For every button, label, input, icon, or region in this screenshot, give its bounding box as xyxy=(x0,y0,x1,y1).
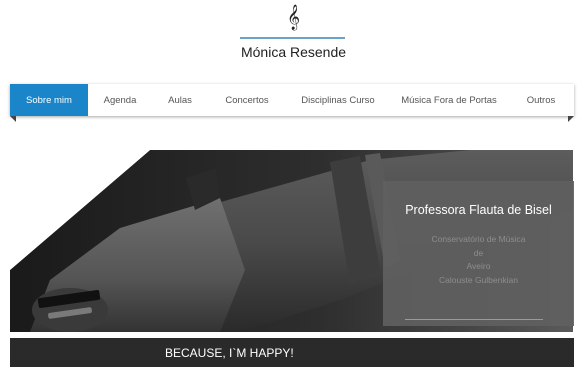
banner-text: BECAUSE, I`M HAPPY! xyxy=(165,346,294,360)
nav-item-musica-fora-de-portas[interactable]: Música Fora de Portas xyxy=(390,84,508,116)
nav-item-aulas[interactable]: Aulas xyxy=(152,84,208,116)
site-title[interactable]: Mónica Resende xyxy=(0,44,587,60)
info-line-gulbenkian: Calouste Gulbenkian xyxy=(439,274,518,285)
info-details: Conservatório de Música de Aveiro Calous… xyxy=(383,233,574,287)
info-line-conservatorio: Conservatório de Música xyxy=(431,234,526,244)
title-divider xyxy=(240,37,345,39)
info-line-aveiro: Aveiro xyxy=(466,261,491,271)
banner-bar: BECAUSE, I`M HAPPY! xyxy=(10,338,574,367)
nav-ribbon-fold-right xyxy=(568,116,574,122)
nav-item-agenda[interactable]: Agenda xyxy=(88,84,152,116)
info-title: Professora Flauta de Bisel xyxy=(405,203,552,217)
nav-item-disciplinas-curso[interactable]: Disciplinas Curso xyxy=(286,84,390,116)
nav-item-concertos[interactable]: Concertos xyxy=(208,84,286,116)
info-divider xyxy=(405,319,543,320)
nav-item-outros[interactable]: Outros xyxy=(508,84,574,116)
nav-ribbon-fold-left xyxy=(10,116,16,122)
main-nav: Sobre mim Agenda Aulas Concertos Discipl… xyxy=(10,84,574,116)
info-line-de: de xyxy=(473,247,484,258)
treble-clef-logo-icon[interactable]: 𝄞 xyxy=(0,6,587,30)
info-card: Professora Flauta de Bisel Conservatório… xyxy=(383,181,574,326)
nav-item-sobre-mim[interactable]: Sobre mim xyxy=(10,84,88,116)
page: 𝄞 Mónica Resende Sobre mim Agenda Aulas … xyxy=(0,0,587,367)
